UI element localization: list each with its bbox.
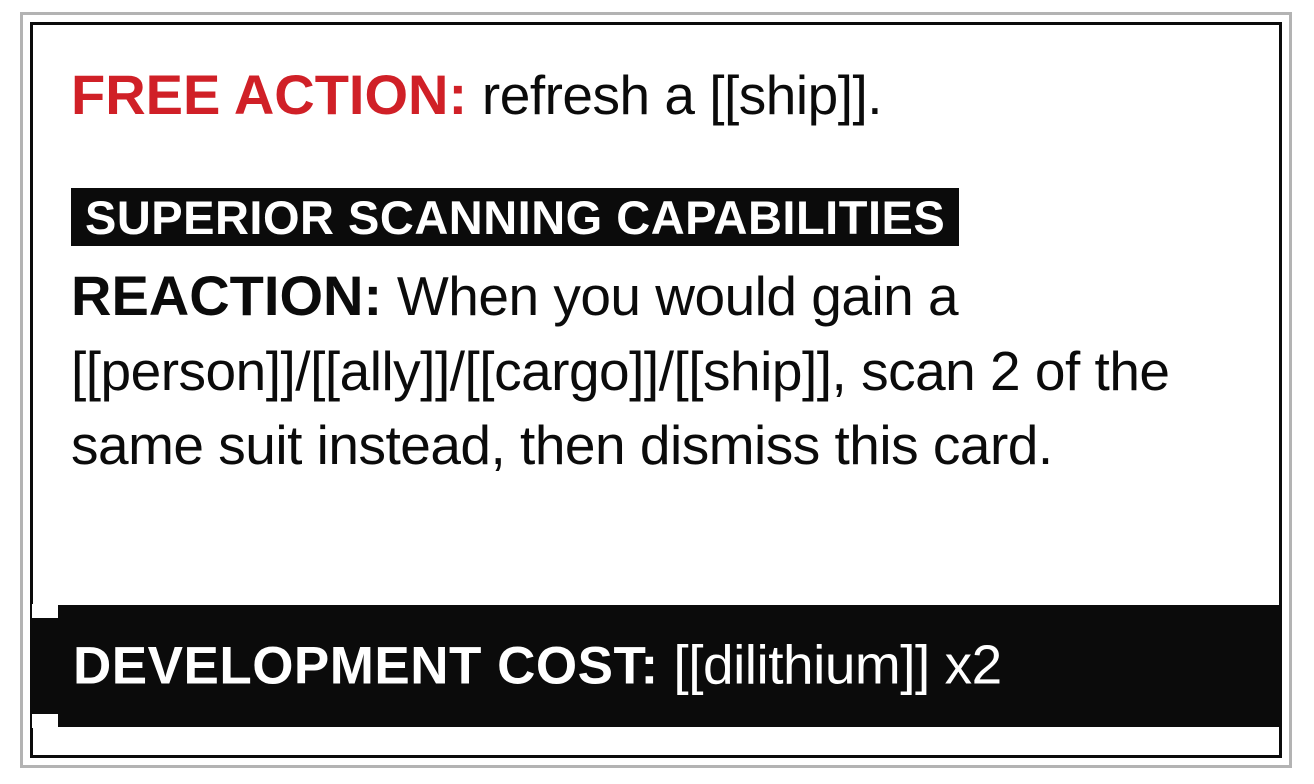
bar-notch-icon: [32, 604, 58, 618]
card-inner-frame: FREE ACTION: refresh a [[ship]]. SUPERIO…: [30, 22, 1282, 758]
free-action-line: FREE ACTION: refresh a [[ship]].: [71, 61, 1241, 128]
development-cost-text: DEVELOPMENT COST: [[dilithium]] x2: [73, 637, 1002, 692]
ability-block: SUPERIOR SCANNING CAPABILITIES REACTION:…: [71, 184, 1241, 482]
development-cost-value: [[dilithium]] x2: [659, 633, 1002, 695]
reaction-label: REACTION:: [71, 264, 382, 327]
free-action-label: FREE ACTION:: [71, 63, 467, 126]
bar-notch-icon: [32, 714, 58, 728]
development-cost-bar: DEVELOPMENT COST: [[dilithium]] x2: [33, 605, 1280, 727]
ability-name-tag: SUPERIOR SCANNING CAPABILITIES: [71, 188, 959, 246]
free-action-text: refresh a [[ship]].: [467, 64, 882, 126]
development-cost-label: DEVELOPMENT COST:: [73, 636, 659, 695]
